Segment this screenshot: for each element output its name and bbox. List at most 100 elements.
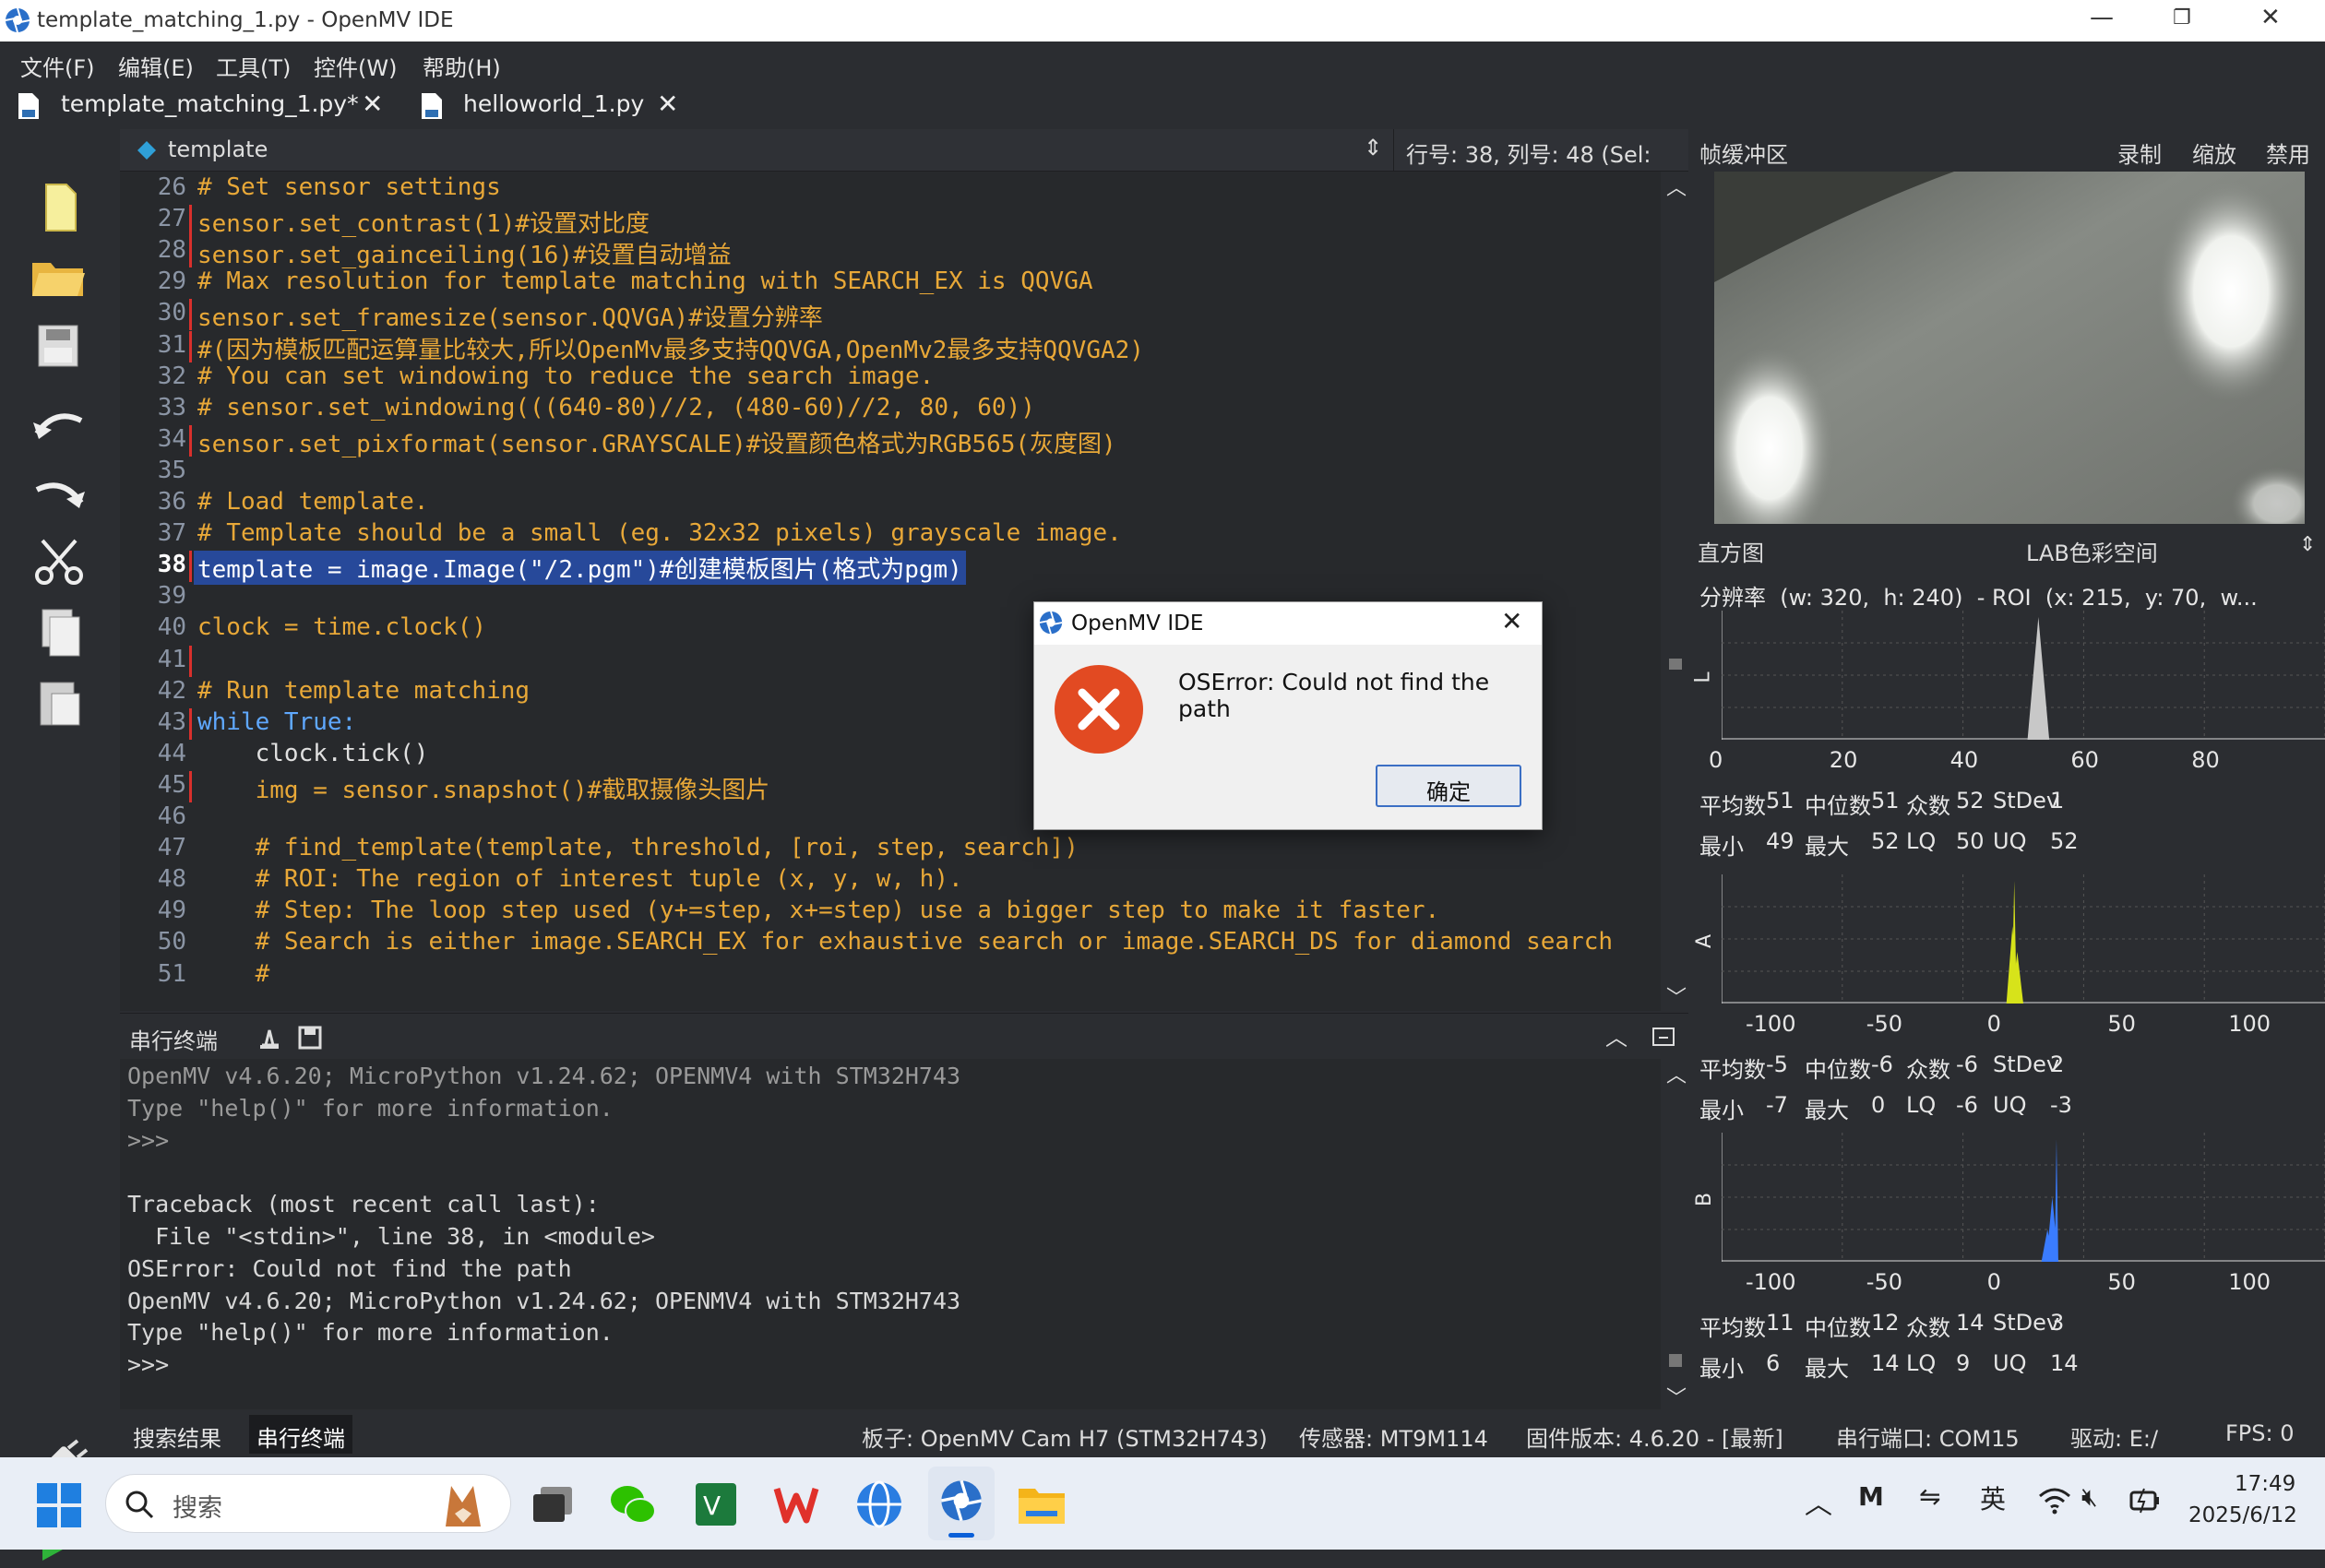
- tab-template-matching[interactable]: template_matching_1.py* ✕: [0, 83, 406, 129]
- tray-overflow-icon[interactable]: ︿: [1805, 1481, 1832, 1522]
- disable-button[interactable]: 禁用: [2266, 137, 2310, 169]
- close-window-button[interactable]: ✕: [2260, 4, 2281, 31]
- menu-help[interactable]: 帮助(H): [423, 50, 501, 82]
- task-view-icon[interactable]: [530, 1485, 576, 1526]
- colorspace-select[interactable]: LAB色彩空间: [2026, 535, 2158, 567]
- new-file-icon[interactable]: [28, 180, 90, 235]
- copy-icon[interactable]: [28, 604, 90, 659]
- dialog-close-icon[interactable]: ✕: [1501, 606, 1522, 636]
- file-explorer-icon[interactable]: [1017, 1483, 1067, 1526]
- code-line[interactable]: sensor.set_pixformat(sensor.GRAYSCALE)#设…: [197, 425, 1116, 459]
- code-line[interactable]: clock = time.clock(): [197, 613, 486, 641]
- start-icon[interactable]: [37, 1483, 81, 1527]
- code-line[interactable]: while True:: [197, 708, 356, 736]
- zoom-button[interactable]: 缩放: [2192, 137, 2236, 169]
- menu-file[interactable]: 文件(F): [20, 50, 95, 82]
- code-line[interactable]: # find_template(template, threshold, [ro…: [197, 834, 1079, 861]
- scroll-up-icon[interactable]: ︿: [1666, 1059, 1687, 1088]
- clock-date[interactable]: 2025/6/12: [2188, 1503, 2297, 1527]
- close-tab-icon[interactable]: ✕: [362, 89, 383, 119]
- tab-search-results[interactable]: 搜索结果: [133, 1420, 221, 1453]
- modified-line-marker: [189, 424, 192, 457]
- browser-icon[interactable]: [854, 1479, 904, 1529]
- firmware-status[interactable]: 固件版本: 4.6.20 - [最新]: [1526, 1420, 1783, 1453]
- scroll-up-icon[interactable]: ︿: [1666, 172, 1687, 201]
- tab-serial-terminal[interactable]: 串行终端: [249, 1415, 352, 1454]
- serial-terminal-header: 串行终端 ︿: [120, 1013, 1688, 1059]
- code-line[interactable]: # You can set windowing to reduce the se…: [197, 362, 934, 390]
- code-line[interactable]: clock.tick(): [197, 740, 429, 767]
- volume-muted-icon[interactable]: 🔇︎: [2081, 1481, 2098, 1513]
- code-line[interactable]: # Run template matching: [197, 677, 530, 705]
- scroll-down-icon[interactable]: ﹀: [1666, 1382, 1687, 1411]
- clear-terminal-icon[interactable]: [256, 1025, 282, 1051]
- cut-icon[interactable]: [28, 535, 90, 590]
- scroll-down-icon[interactable]: ﹀: [1666, 981, 1687, 1011]
- wps-icon[interactable]: [773, 1483, 819, 1526]
- stat-value-mean: 11: [1766, 1310, 1794, 1336]
- record-button[interactable]: 录制: [2117, 137, 2162, 169]
- code-line[interactable]: # sensor.set_windowing(((640-80)//2, (48…: [197, 394, 1035, 422]
- code-line[interactable]: sensor.set_gainceiling(16)#设置自动增益: [197, 236, 732, 270]
- code-line[interactable]: # ROI: The region of interest tuple (x, …: [197, 865, 963, 893]
- axis-tick-label: 50: [2107, 1011, 2136, 1037]
- ime-indicator[interactable]: 英: [1980, 1479, 2006, 1516]
- close-tab-icon[interactable]: ✕: [657, 89, 678, 119]
- code-line[interactable]: sensor.set_contrast(1)#设置对比度: [197, 205, 650, 239]
- code-line[interactable]: #(因为模板匹配运算量比较大,所以OpenMv最多支持QQVGA,OpenMv2…: [197, 331, 1144, 365]
- battery-icon[interactable]: [2128, 1485, 2163, 1516]
- tray-settings-icon[interactable]: ⇋: [1919, 1481, 1940, 1512]
- modified-line-marker: [189, 236, 192, 268]
- code-editor[interactable]: 26 # Set sensor settings 27 sensor.set_cont…: [120, 172, 1688, 1011]
- histogram-title: 直方图: [1698, 540, 1764, 566]
- code-line[interactable]: #: [197, 960, 270, 988]
- minimize-button[interactable]: —: [2090, 4, 2114, 31]
- symbol-selector[interactable]: template: [168, 137, 268, 162]
- menu-edit[interactable]: 编辑(E): [118, 50, 194, 82]
- save-icon[interactable]: [28, 318, 90, 374]
- colorspace-dropdown-icon[interactable]: ⇕: [2299, 533, 2316, 556]
- menu-tools[interactable]: 工具(T): [216, 50, 291, 82]
- taskbar-search-box[interactable]: 搜索: [105, 1474, 511, 1533]
- vim-icon[interactable]: V: [694, 1481, 738, 1527]
- modified-line-marker: [189, 330, 192, 362]
- resolution-readout: 分辨率 (w: 320, h: 240) - ROI (x: 215, y: 7…: [1699, 585, 2258, 611]
- undo-icon[interactable]: [28, 397, 90, 452]
- editor-scrollbar[interactable]: ︿ ﹀: [1661, 172, 1688, 1011]
- code-line[interactable]: # Search is either image.SEARCH_EX for e…: [197, 928, 1613, 956]
- code-line[interactable]: template = image.Image("/2.pgm")#创建模板图片(…: [194, 551, 966, 586]
- code-line[interactable]: img = sensor.snapshot()#截取摄像头图片: [197, 771, 770, 805]
- line-number: 33: [157, 393, 186, 422]
- code-line[interactable]: # Load template.: [197, 488, 428, 516]
- clock-time[interactable]: 17:49: [2235, 1472, 2295, 1496]
- ok-button[interactable]: 确定: [1376, 765, 1521, 807]
- menu-widgets[interactable]: 控件(W): [314, 50, 397, 82]
- wifi-icon[interactable]: [2037, 1487, 2072, 1515]
- tab-helloworld[interactable]: helloworld_1.py ✕: [406, 83, 701, 129]
- code-line[interactable]: # Template should be a small (eg. 32x32 …: [197, 519, 1122, 547]
- scrollbar-thumb[interactable]: [1669, 1354, 1682, 1367]
- collapse-panel-icon[interactable]: ︿: [1605, 1019, 1628, 1051]
- histogram-plot: [1722, 1133, 2325, 1262]
- code-line[interactable]: # Set sensor settings: [197, 173, 501, 201]
- maximize-panel-icon[interactable]: [1651, 1027, 1675, 1047]
- python-file-icon: [422, 93, 442, 119]
- code-line[interactable]: # Step: The loop step used (y+=step, x+=…: [197, 897, 1440, 924]
- restore-button[interactable]: ❐: [2173, 6, 2191, 30]
- scrollbar-thumb[interactable]: [1669, 659, 1682, 670]
- redo-icon[interactable]: [28, 466, 90, 521]
- save-log-icon[interactable]: [297, 1025, 323, 1051]
- code-line[interactable]: # Max resolution for template matching w…: [197, 267, 1093, 295]
- wechat-icon[interactable]: [609, 1481, 657, 1527]
- terminal-scrollbar[interactable]: ︿ ﹀: [1661, 1059, 1688, 1411]
- histogram-plot: [1722, 874, 2325, 1004]
- symbol-dropdown-icon[interactable]: ⇕: [1364, 135, 1382, 160]
- line-number: 27: [157, 205, 186, 233]
- paste-icon[interactable]: [28, 675, 90, 731]
- serial-terminal-output[interactable]: OpenMV v4.6.20; MicroPython v1.24.62; OP…: [120, 1059, 1661, 1409]
- openmv-taskbar-button[interactable]: [928, 1467, 995, 1540]
- tray-app-icon[interactable]: M: [1858, 1481, 1884, 1512]
- code-line[interactable]: sensor.set_framesize(sensor.QQVGA)#设置分辨率: [197, 299, 823, 333]
- open-folder-icon[interactable]: [28, 249, 90, 304]
- histogram-plot: [1722, 611, 2325, 740]
